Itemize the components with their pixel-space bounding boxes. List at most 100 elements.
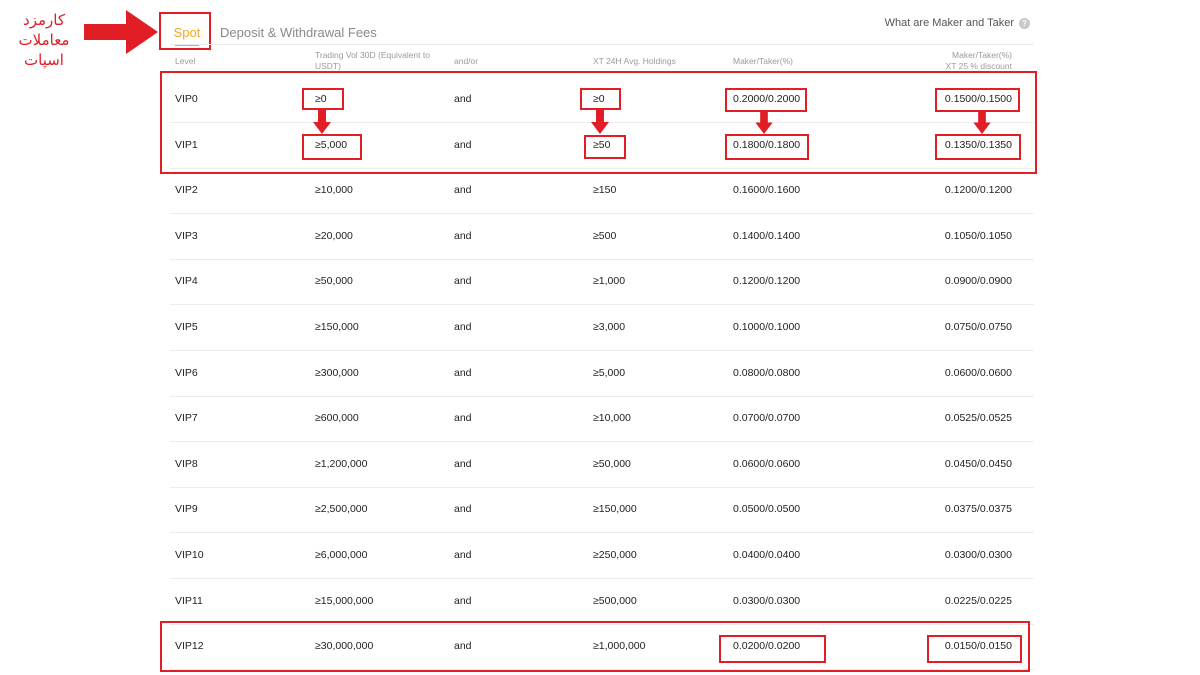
row-holdings: ≥1,000,000 [593,640,646,653]
row-discount-fee: 0.0150/0.0150 [944,640,1012,653]
row-holdings: ≥1,000 [593,275,626,288]
row-discount-fee: 0.0900/0.0900 [944,275,1012,288]
row-discount-fee: 0.1050/0.1050 [944,229,1012,242]
table-row: VIP7 ≥600,000 and ≥10,000 0.0700/0.0700 0.052… [170,396,1034,443]
table-row: VIP1 ≥5,000 and ≥50 0.1800/0.1800 0.1350/0.13… [170,123,1034,169]
maker-taker-help-link[interactable]: What are Maker and Taker ? [885,17,1030,29]
row-maker-taker: 0.1200/0.1200 [733,275,801,288]
table-row: VIP9 ≥2,500,000 and ≥150,000 0.0500/0.0500 0.… [170,487,1034,534]
row-trading-volume: ≥2,500,000 [315,503,368,516]
row-trading-volume: ≥30,000,000 [315,640,374,653]
table-row: VIP10 ≥6,000,000 and ≥250,000 0.0400/0.0400 0… [170,533,1034,579]
header-divider [170,44,1034,45]
table-row: VIP5 ≥150,000 and ≥3,000 0.1000/0.1000 0.0750… [170,305,1034,351]
column-header-and-or: and/or [454,56,479,66]
row-trading-volume: ≥300,000 [315,366,359,379]
row-maker-taker: 0.2000/0.2000 [733,93,801,105]
row-and-or: and [454,93,472,105]
row-and-or: and [454,138,472,151]
row-discount-fee: 0.0225/0.0225 [944,594,1012,607]
question-circle-icon: ? [1019,17,1030,29]
row-and-or: and [454,640,472,653]
row-holdings: ≥50 [593,138,611,151]
row-holdings: ≥10,000 [593,412,631,425]
row-holdings: ≥500,000 [593,594,637,607]
row-level: VIP8 [175,457,198,470]
row-and-or: and [454,229,472,242]
row-level: VIP9 [175,503,198,516]
row-maker-taker: 0.1000/0.1000 [733,321,801,333]
column-header-level: Level [175,56,196,66]
column-header-maker-taker: Maker/Taker(%) [733,56,793,66]
annotation-caption-line: کارمزد [23,11,65,29]
row-level: VIP6 [175,366,198,379]
row-level: VIP11 [175,594,203,607]
row-level: VIP12 [175,640,204,653]
annotation-caption: کارمزد معاملات اسپات [4,10,84,70]
row-discount-fee: 0.0525/0.0525 [944,412,1012,425]
row-maker-taker: 0.0400/0.0400 [733,549,801,561]
column-header-discount-title: Maker/Taker(%) [952,50,1012,60]
row-holdings: ≥3,000 [593,321,626,333]
row-level: VIP2 [175,184,198,197]
row-and-or: and [454,366,472,379]
column-header-holdings: XT 24H Avg. Holdings [593,56,676,66]
row-trading-volume: ≥5,000 [315,138,348,151]
table-row: VIP4 ≥50,000 and ≥1,000 0.1200/0.1200 0.0900/… [170,259,1034,306]
column-header-discount-note: XT 25 % discount [945,61,1012,71]
row-maker-taker: 0.0700/0.0700 [733,412,801,425]
row-trading-volume: ≥20,000 [315,229,353,242]
row-trading-volume: ≥600,000 [315,412,359,425]
annotation-caption-line: اسپات [24,51,64,69]
row-maker-taker: 0.0200/0.0200 [733,640,801,653]
row-discount-fee: 0.0750/0.0750 [944,321,1012,333]
row-discount-fee: 0.0375/0.0375 [944,503,1012,516]
row-holdings: ≥0 [593,93,605,105]
row-maker-taker: 0.0300/0.0300 [733,594,801,607]
row-and-or: and [454,457,472,470]
column-header-trading-volume: Trading Vol 30D (Equivalent to USDT) [315,50,430,71]
row-holdings: ≥150 [593,184,617,197]
row-maker-taker: 0.0600/0.0600 [733,457,801,470]
row-holdings: ≥50,000 [593,457,631,470]
row-level: VIP4 [175,275,198,288]
annotation-arrow-icon [84,10,158,54]
row-trading-volume: ≥150,000 [315,321,359,333]
row-maker-taker: 0.1600/0.1600 [733,184,801,197]
row-trading-volume: ≥10,000 [315,184,353,197]
row-maker-taker: 0.0500/0.0500 [733,503,801,516]
row-maker-taker: 0.0800/0.0800 [733,366,801,379]
row-and-or: and [454,594,472,607]
row-holdings: ≥5,000 [593,366,626,379]
table-row: VIP0 ≥0 and ≥0 0.2000/0.2000 0.1500/0.1500 [170,77,1034,123]
table-row: VIP11 ≥15,000,000 and ≥500,000 0.0300/0.0300… [170,579,1034,625]
row-level: VIP10 [175,549,204,561]
row-and-or: and [454,184,472,197]
row-discount-fee: 0.1500/0.1500 [944,93,1012,105]
table-row: VIP8 ≥1,200,000 and ≥50,000 0.0600/0.0600 0.0… [170,442,1034,488]
table-row: VIP3 ≥20,000 and ≥500 0.1400/0.1400 0.1050/0.… [170,214,1034,260]
row-trading-volume: ≥0 [315,93,327,105]
row-level: VIP0 [175,93,198,105]
row-and-or: and [454,321,472,333]
row-trading-volume: ≥50,000 [315,275,353,288]
tab-deposit-withdrawal-fees[interactable]: Deposit & Withdrawal Fees [220,25,377,40]
row-and-or: and [454,549,472,561]
row-maker-taker: 0.1800/0.1800 [733,138,801,151]
row-and-or: and [454,412,472,425]
table-row: VIP6 ≥300,000 and ≥5,000 0.0800/0.0800 0.0600… [170,351,1034,397]
row-level: VIP5 [175,321,198,333]
row-and-or: and [454,275,472,288]
table-row: VIP12 ≥30,000,000 and ≥1,000,000 0.0200/0.02… [170,624,1034,671]
table-row: VIP2 ≥10,000 and ≥150 0.1600/0.1600 0.1200/0.… [170,168,1034,215]
row-discount-fee: 0.1350/0.1350 [944,138,1012,151]
annotation-caption-line: معاملات [18,31,70,49]
row-level: VIP7 [175,412,198,425]
row-holdings: ≥500 [593,229,617,242]
row-discount-fee: 0.1200/0.1200 [944,184,1012,197]
column-header-discount: Maker/Taker(%) XT 25 % discount [946,50,1012,72]
help-link-label: What are Maker and Taker [884,17,1014,29]
row-level: VIP1 [175,138,198,151]
row-holdings: ≥250,000 [593,549,637,561]
row-trading-volume: ≥15,000,000 [315,594,374,607]
